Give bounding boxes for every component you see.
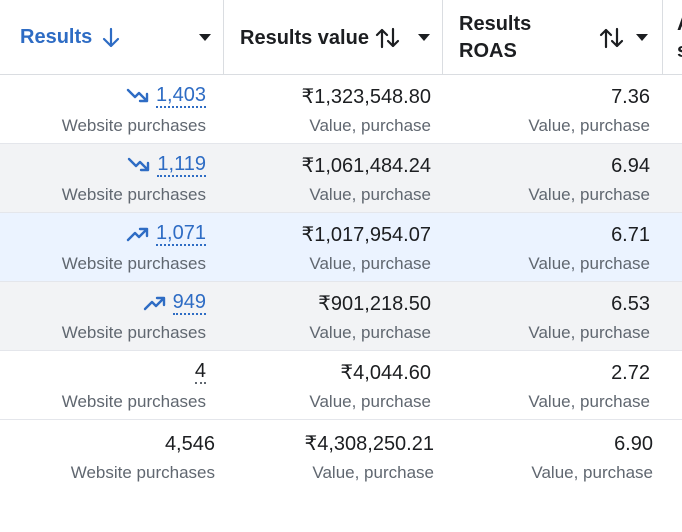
roas-value: 7.36	[611, 86, 650, 108]
results-value: ₹1,061,484.24	[301, 155, 431, 177]
roas-type: Value, purchase	[528, 254, 650, 273]
results-value: ₹1,017,954.07	[301, 224, 431, 246]
results-value-type: Value, purchase	[309, 323, 431, 342]
results-link[interactable]: 1,119	[157, 153, 206, 177]
trend-down-icon	[128, 157, 150, 172]
total-roas: 6.90	[614, 433, 653, 455]
chevron-down-icon[interactable]	[636, 34, 648, 41]
column-header-roas-label-line1: Results	[459, 13, 532, 35]
total-results-type: Website purchases	[70, 463, 215, 482]
table-row[interactable]: 949 Website purchases ₹901,218.50 Value,…	[0, 282, 682, 351]
results-value-cell: ₹901,218.50 Value, purchase	[224, 282, 431, 350]
results-type: Website purchases	[61, 254, 206, 273]
roas-cell: 6.53 Value, purchase	[444, 282, 650, 350]
total-roas-type: Value, purchase	[531, 463, 653, 482]
results-value-cell: ₹1,323,548.80 Value, purchase	[224, 75, 431, 143]
results-type: Website purchases	[61, 116, 206, 135]
results-link[interactable]: 4	[194, 360, 206, 384]
chevron-down-icon[interactable]	[199, 34, 211, 41]
results-cell: 1,119 Website purchases	[0, 144, 206, 212]
sort-icon[interactable]	[599, 27, 625, 49]
sort-icon[interactable]	[375, 27, 401, 49]
results-value-cell: ₹4,044.60 Value, purchase	[224, 351, 431, 419]
results-type: Website purchases	[61, 185, 206, 204]
results-type: Website purchases	[61, 392, 206, 411]
total-results: 4,546	[164, 433, 215, 455]
column-header-results-value-label: Results value	[240, 27, 369, 49]
results-value-cell: ₹1,061,484.24 Value, purchase	[224, 144, 431, 212]
table-header: Results Results value Results ROAS A s	[0, 0, 682, 75]
roas-cell: 6.71 Value, purchase	[444, 213, 650, 281]
roas-value: 2.72	[611, 362, 650, 384]
column-header-results[interactable]: Results	[0, 0, 224, 74]
roas-type: Value, purchase	[528, 392, 650, 411]
results-value-type: Value, purchase	[309, 392, 431, 411]
table-row[interactable]: 1,403 Website purchases ₹1,323,548.80 Va…	[0, 75, 682, 144]
results-link[interactable]: 1,403	[155, 84, 206, 108]
results-value: ₹1,323,548.80	[301, 86, 431, 108]
roas-type: Value, purchase	[528, 185, 650, 204]
total-value: ₹4,308,250.21	[304, 433, 434, 455]
table-row[interactable]: 1,071 Website purchases ₹1,017,954.07 Va…	[0, 213, 682, 282]
roas-cell: 2.72 Value, purchase	[444, 351, 650, 419]
table-row[interactable]: 4 Website purchases ₹4,044.60 Value, pur…	[0, 351, 682, 420]
total-value-type: Value, purchase	[312, 463, 434, 482]
total-roas-cell: 6.90 Value, purchase	[444, 420, 653, 488]
roas-cell: 6.94 Value, purchase	[444, 144, 650, 212]
results-link[interactable]: 949	[172, 291, 206, 315]
column-header-cut-off[interactable]: A s	[663, 0, 682, 74]
results-value-type: Value, purchase	[309, 116, 431, 135]
trend-down-icon	[126, 88, 149, 103]
results-cell: 1,403 Website purchases	[0, 75, 206, 143]
total-value-cell: ₹4,308,250.21 Value, purchase	[224, 420, 434, 488]
trend-up-icon	[143, 296, 165, 311]
results-value-type: Value, purchase	[309, 254, 431, 273]
table-row[interactable]: 1,119 Website purchases ₹1,061,484.24 Va…	[0, 144, 682, 213]
results-link[interactable]: 1,071	[155, 222, 206, 246]
results-value-type: Value, purchase	[309, 185, 431, 204]
column-header-cut-off-line1: A	[677, 11, 682, 38]
roas-type: Value, purchase	[528, 116, 650, 135]
column-header-cut-off-line2: s	[677, 38, 682, 65]
column-header-results-label: Results	[20, 26, 93, 48]
results-type: Website purchases	[61, 323, 206, 342]
results-value: ₹4,044.60	[340, 362, 431, 384]
column-header-results-roas[interactable]: Results ROAS	[443, 0, 663, 74]
sort-descending-icon[interactable]	[102, 27, 120, 49]
results-cell: 4 Website purchases	[0, 351, 206, 419]
results-value-cell: ₹1,017,954.07 Value, purchase	[224, 213, 431, 281]
results-cell: 1,071 Website purchases	[0, 213, 206, 281]
results-value: ₹901,218.50	[318, 293, 431, 315]
roas-value: 6.71	[611, 224, 650, 246]
total-results-cell: 4,546 Website purchases	[0, 420, 215, 488]
column-header-results-value[interactable]: Results value	[224, 0, 443, 74]
results-cell: 949 Website purchases	[0, 282, 206, 350]
roas-value: 6.53	[611, 293, 650, 315]
chevron-down-icon[interactable]	[418, 34, 430, 41]
totals-row: 4,546 Website purchases ₹4,308,250.21 Va…	[0, 420, 682, 510]
column-header-roas-label-line2: ROAS	[459, 40, 517, 62]
roas-value: 6.94	[611, 155, 650, 177]
trend-up-icon	[126, 227, 149, 242]
roas-type: Value, purchase	[528, 323, 650, 342]
roas-cell: 7.36 Value, purchase	[444, 75, 650, 143]
